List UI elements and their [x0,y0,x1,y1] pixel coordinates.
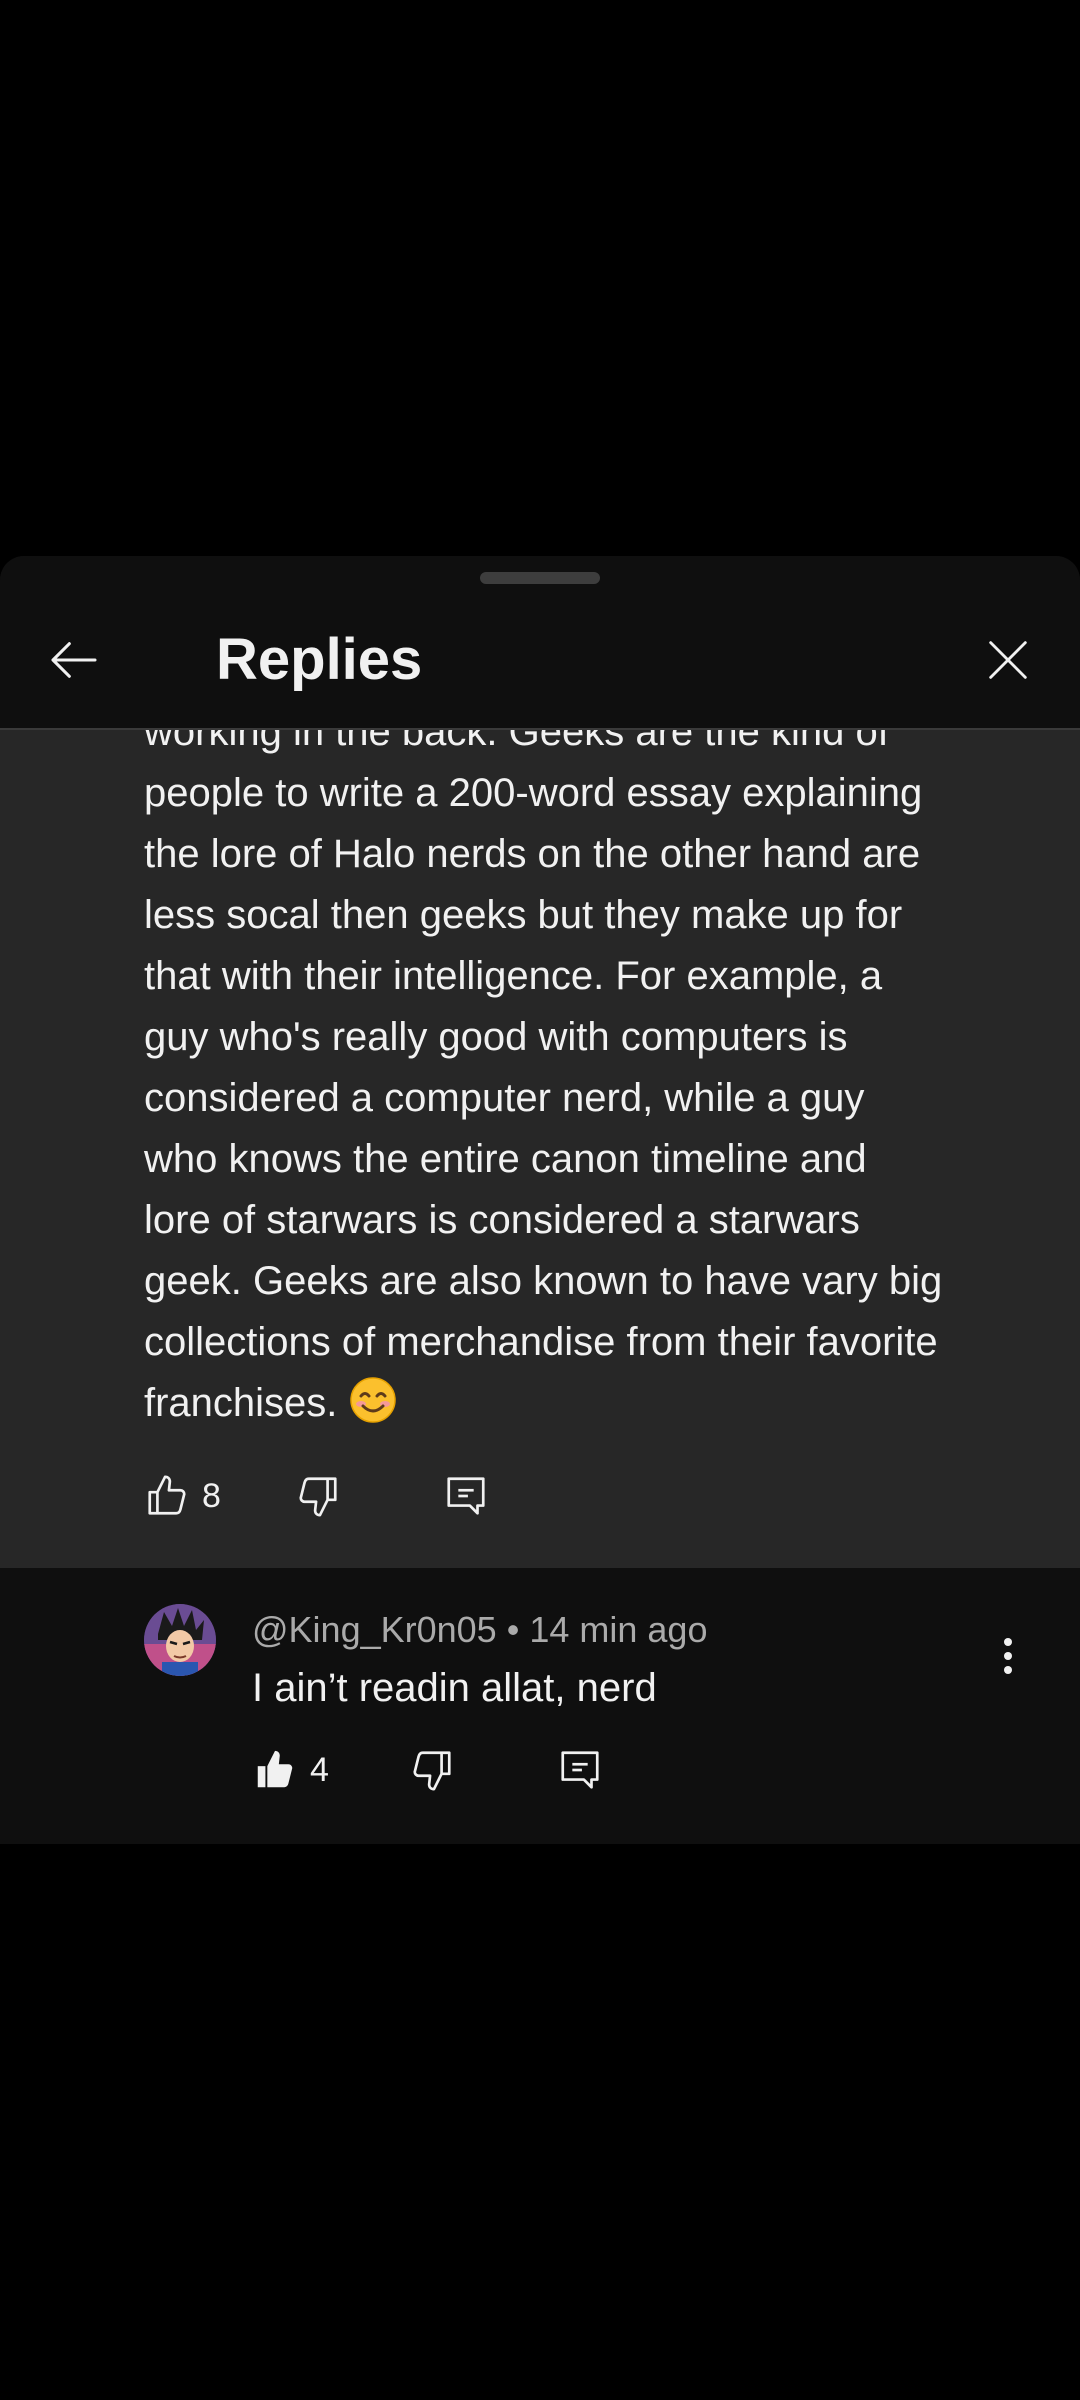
drag-handle[interactable] [480,572,600,584]
replies-header: Replies [0,556,1080,730]
comment-line: lore of starwars is considered a starwar… [144,1198,860,1242]
dislike-button[interactable] [409,1740,455,1800]
thumbs-up-icon [148,1475,186,1515]
close-button[interactable] [968,620,1048,700]
comment-line: geek. Geeks are also known to have vary … [144,1259,943,1303]
arrow-left-icon [51,642,97,678]
highlighted-comment-text: working in the back. Geeks are the kind … [144,730,1044,1434]
like-count: 4 [310,1750,329,1789]
avatar[interactable] [144,1604,216,1676]
dislike-button[interactable] [295,1466,341,1526]
comment-line: the lore of Halo nerds on the other hand… [144,832,921,876]
highlighted-comment-actions: 8 [144,1466,489,1526]
comment-line-text: franchises. [144,1381,338,1425]
page-title: Replies [216,627,423,692]
thumbs-down-icon [299,1477,337,1517]
reply-comment-icon [447,1477,485,1515]
author-name[interactable]: @King_Kr0n05 [252,1609,497,1650]
reply-text: I ain’t readin allat, nerd [252,1666,657,1710]
highlighted-comment-text-area: working in the back. Geeks are the kind … [0,730,1080,1434]
comment-line: who knows the entire canon timeline and [144,1137,867,1181]
reply-actions: 4 [252,1740,603,1800]
comment-line-last: franchises. [144,1373,1044,1434]
smiling-face-emoji [349,1377,396,1423]
comment-line: collections of merchandise from their fa… [144,1320,938,1364]
comment-line: that with their intelligence. For exampl… [144,954,883,998]
comment-line: guy who's really good with computers is [144,1015,848,1059]
replies-sheet: working in the back. Geeks are the kind … [0,556,1080,1844]
reply-button[interactable] [443,1466,489,1526]
comment-line: considered a computer nerd, while a guy [144,1076,865,1120]
back-button[interactable] [34,620,114,700]
comment-line: less socal then geeks but they make up f… [144,893,903,937]
like-count: 8 [202,1476,221,1515]
reply-meta: @King_Kr0n05 • 14 min ago [252,1608,707,1652]
timestamp: 14 min ago [529,1609,708,1650]
more-vertical-icon [1004,1638,1012,1674]
reply-comment-icon [561,1751,599,1789]
thumbs-up-filled-icon [257,1750,293,1788]
reply-button[interactable] [557,1740,603,1800]
comment-line-cut: working in the back. Geeks are the kind … [144,730,889,754]
more-options-button[interactable] [990,1620,1026,1692]
avatar-image [144,1604,216,1676]
meta-separator: • [506,1609,520,1650]
thumbs-down-icon [413,1751,451,1791]
close-icon [989,641,1027,679]
comment-line: people to write a 200-word essay explain… [144,771,923,815]
reply-item: @King_Kr0n05 • 14 min ago I ain’t readin… [0,1568,1080,1844]
like-button[interactable]: 8 [144,1466,221,1526]
like-button[interactable]: 4 [252,1740,329,1800]
